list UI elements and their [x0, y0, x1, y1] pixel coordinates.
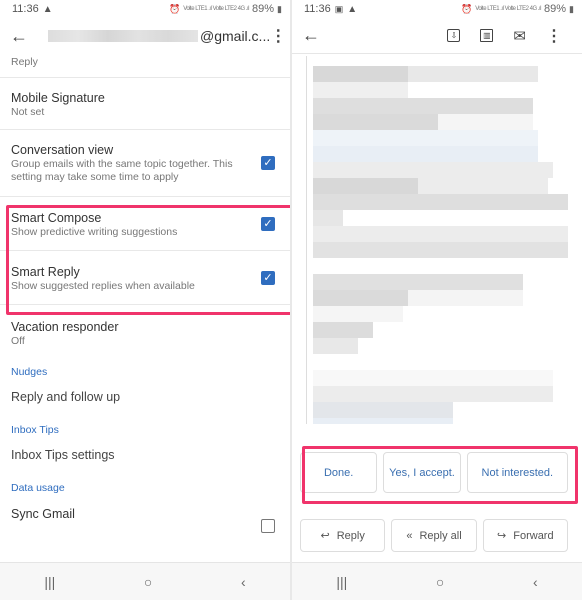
reply-all-button[interactable]: « Reply all — [391, 519, 477, 552]
reply-button[interactable]: ↩ Reply — [300, 519, 386, 552]
back-icon[interactable]: ← — [302, 25, 330, 46]
reply-icon: ↩ — [320, 530, 330, 542]
smart-reply-not-interested[interactable]: Not interested. — [466, 452, 568, 493]
reply-all-icon: « — [406, 529, 413, 542]
setting-title: Mobile Signature — [11, 91, 105, 105]
delete-icon[interactable]: ▥ — [480, 29, 494, 42]
reply-all-label: Reply all — [419, 529, 462, 542]
battery-icon: ▮ — [277, 3, 282, 14]
more-options-icon[interactable]: ⋮ — [546, 26, 562, 46]
email-panel: 11:36 ▣ ▲ ⏰ Volte LTE1 .ıl Volte LTE2 4G… — [292, 0, 582, 600]
setting-title: Sync Gmail — [11, 507, 75, 521]
home-icon[interactable]: ○ — [436, 574, 444, 590]
nav-back-icon[interactable]: ‹ — [241, 574, 246, 590]
signal-icon: Volte LTE1 .ıl Volte LTE2 4G .ıl — [475, 6, 542, 12]
account-title: @gmail.c... — [28, 28, 270, 44]
app-bar: ← @gmail.c... ⋮ — [0, 18, 290, 54]
setting-sub: Off — [11, 335, 25, 347]
setting-conversation-view[interactable]: Conversation view Group emails with the … — [0, 130, 290, 197]
setting-sub: Show suggested replies when available — [11, 280, 195, 292]
setting-sub: Group emails with the same topic togethe… — [11, 158, 233, 183]
setting-sync-gmail[interactable]: Sync Gmail — [0, 498, 290, 533]
battery-level: 89% — [252, 3, 275, 15]
reply-label: Reply — [336, 529, 365, 542]
more-options-icon[interactable]: ⋮ — [270, 26, 286, 46]
setting-title: Smart Compose — [11, 211, 102, 225]
section-header-nudges: Nudges — [11, 366, 48, 378]
forward-icon: ↪ — [497, 530, 507, 542]
back-icon[interactable]: ← — [10, 26, 28, 47]
setting-vacation-responder[interactable]: Vacation responder Off — [0, 305, 290, 354]
reply-actions: ↩ Reply « Reply all ↪ Forward — [300, 519, 568, 552]
nav-back-icon[interactable]: ‹ — [533, 574, 538, 590]
battery-level: 89% — [544, 3, 567, 15]
setting-title: Vacation responder — [11, 320, 119, 334]
setting-mobile-signature[interactable]: Mobile Signature Not set — [0, 78, 290, 130]
setting-partial[interactable]: Reply — [0, 54, 290, 78]
recent-apps-icon[interactable]: ||| — [44, 574, 55, 590]
section-header-data-usage: Data usage — [11, 482, 65, 494]
blurred-email — [48, 30, 198, 42]
settings-panel: 11:36 ▲ ⏰ Volte LTE1 .ıl Volte LTE2 4G .… — [0, 0, 290, 600]
status-bar: 11:36 ▲ ⏰ Volte LTE1 .ıl Volte LTE2 4G .… — [0, 0, 290, 18]
status-time: 11:36 — [12, 3, 39, 15]
email-app-bar: ← ⇩ ▥ ✉ ⋮ — [292, 18, 582, 54]
setting-sub: Not set — [11, 106, 45, 118]
mark-unread-icon[interactable]: ✉ — [513, 27, 526, 45]
smart-reply-yes-accept[interactable]: Yes, I accept. — [383, 452, 461, 493]
smart-reply-checkbox[interactable]: ✓ — [261, 270, 275, 285]
status-bar: 11:36 ▣ ▲ ⏰ Volte LTE1 .ıl Volte LTE2 4G… — [292, 0, 582, 18]
archive-icon[interactable]: ⇩ — [447, 29, 461, 42]
setting-reply-follow-up[interactable]: Reply and follow up — [0, 382, 290, 418]
image-notification-icon: ▣ — [334, 3, 344, 14]
setting-smart-reply[interactable]: Smart Reply Show suggested replies when … — [0, 251, 290, 305]
forward-button[interactable]: ↪ Forward — [482, 519, 568, 552]
alarm-icon: ⏰ — [460, 3, 473, 14]
blurred-email-body — [306, 56, 572, 424]
forward-label: Forward — [513, 529, 554, 542]
smart-reply-suggestions: Done. Yes, I accept. Not interested. — [300, 452, 568, 493]
signal-icon: Volte LTE1 .ıl Volte LTE2 4G .ıl — [183, 6, 250, 12]
status-time: 11:36 — [304, 3, 331, 15]
app-notification-icon: ▲ — [347, 3, 358, 15]
conversation-view-checkbox[interactable]: ✓ — [261, 156, 275, 170]
battery-icon: ▮ — [569, 3, 574, 14]
setting-sub: Show predictive writing suggestions — [11, 226, 178, 238]
recent-apps-icon[interactable]: ||| — [336, 574, 347, 590]
account-domain: @gmail.c... — [200, 28, 271, 44]
sync-gmail-checkbox[interactable] — [261, 519, 275, 533]
setting-smart-compose[interactable]: Smart Compose Show predictive writing su… — [0, 197, 290, 251]
section-header-inbox-tips: Inbox Tips — [11, 424, 59, 436]
setting-title: Smart Reply — [11, 265, 80, 279]
home-icon[interactable]: ○ — [144, 574, 152, 590]
setting-sub: Reply — [11, 56, 38, 68]
setting-inbox-tips[interactable]: Inbox Tips settings — [0, 440, 290, 476]
smart-reply-done[interactable]: Done. — [300, 452, 378, 493]
system-nav-bar: ||| ○ ‹ — [292, 562, 582, 600]
system-nav-bar: ||| ○ ‹ — [0, 562, 290, 600]
alarm-icon: ⏰ — [168, 3, 181, 14]
setting-title: Conversation view — [11, 143, 114, 157]
app-notification-icon: ▲ — [42, 3, 53, 15]
smart-compose-checkbox[interactable]: ✓ — [261, 216, 275, 231]
